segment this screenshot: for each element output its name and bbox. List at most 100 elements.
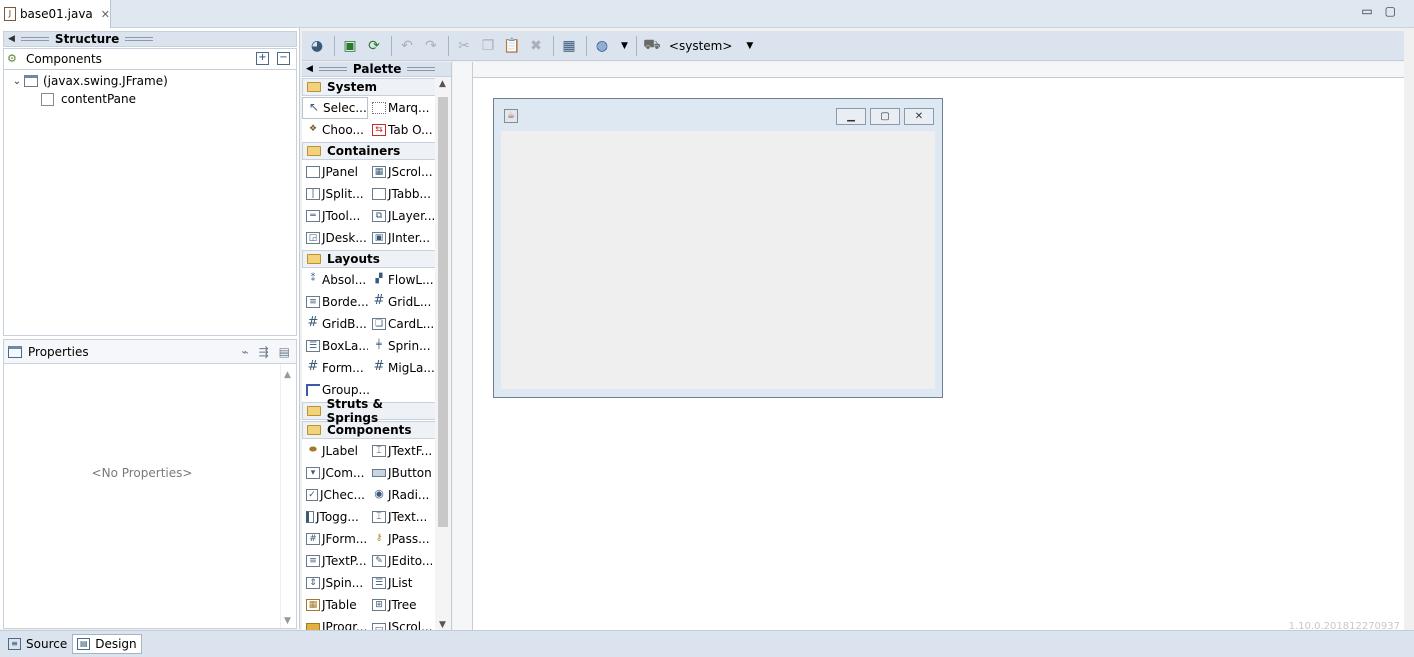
undo-icon[interactable]: ↶ <box>396 35 418 57</box>
palette-item-selection[interactable]: ↖ Selec... <box>302 97 368 119</box>
palette-item-choose[interactable]: ❖ Choo... <box>302 119 368 141</box>
palette-item-jscrollpane[interactable]: ▦ JScrol... <box>368 161 434 183</box>
look-and-feel-icon[interactable]: ⛟ <box>641 35 663 57</box>
jframe-preview[interactable]: ☕ ▁ ▢ ✕ <box>493 98 943 398</box>
palette-item-jlabel[interactable]: ⬬ JLabel <box>302 440 368 462</box>
content-pane[interactable] <box>501 131 935 389</box>
palette-item-marquee[interactable]: Marq... <box>368 97 434 119</box>
palette-item-card-layout[interactable]: ❏ CardL... <box>368 313 434 335</box>
chevron-down-icon[interactable]: ▼ <box>746 41 753 51</box>
palette-item-jradiobutton[interactable]: ◉ JRadi... <box>368 484 434 506</box>
palette-item-jformattedtextfield[interactable]: # JForm... <box>302 528 368 550</box>
palette-item-grid-layout[interactable]: # GridL... <box>368 291 434 313</box>
palette-item-spring-layout[interactable]: ╪ Sprin... <box>368 335 434 357</box>
java-coffee-icon: ☕ <box>504 109 518 123</box>
palette-item-jinternalframe[interactable]: ▣ JInter... <box>368 227 434 249</box>
palette-item-label: JDesk... <box>322 231 367 245</box>
key-icon: ⚷ <box>375 533 383 543</box>
tree-node-jframe[interactable]: ⌄ (javax.swing.JFrame) <box>4 72 296 90</box>
editor-tab-base01[interactable]: J base01.java ✕ <box>0 0 111 28</box>
scroll-down-icon[interactable]: ▼ <box>284 616 291 626</box>
properties-scrollbar[interactable]: ▲ ▼ <box>280 364 296 628</box>
palette-category-layouts[interactable]: Layouts <box>302 250 436 268</box>
tree-node-contentpane[interactable]: contentPane <box>4 90 296 108</box>
cut-icon[interactable]: ✂ <box>453 35 475 57</box>
show-advanced-icon[interactable]: ⇶ <box>259 345 269 359</box>
palette-row: ⬬ JLabel ⌶ JTextF... <box>302 440 436 462</box>
palette-item-jlist[interactable]: ☰ JList <box>368 572 434 594</box>
palette-item-jcheckbox[interactable]: ✓ JChec... <box>302 484 368 506</box>
jframe-title-bar[interactable]: ☕ ▁ ▢ ✕ <box>494 99 942 127</box>
design-canvas[interactable]: ☕ ▁ ▢ ✕ 1.10.0.201812270937 <box>453 62 1404 632</box>
delete-icon[interactable]: ✖ <box>525 35 547 57</box>
palette-item-jsplitpane[interactable]: | JSplit... <box>302 183 368 205</box>
palette-item-flow-layout[interactable]: ▞ FlowL... <box>368 269 434 291</box>
jformattedtextfield-icon: # <box>306 533 320 545</box>
goto-definition-icon[interactable]: ▤ <box>279 345 290 359</box>
palette-item-jtextpane[interactable]: ≡ JTextP... <box>302 550 368 572</box>
palette-item-absolute-layout[interactable]: ⁑ Absol... <box>302 269 368 291</box>
palette-item-jtogglebutton[interactable]: JTogg... <box>302 506 368 528</box>
palette-item-jeditorpane[interactable]: ✎ JEdito... <box>368 550 434 572</box>
palette-item-jlayeredpane[interactable]: ⧉ JLayer... <box>368 205 434 227</box>
chevron-down-icon[interactable]: ▼ <box>621 41 628 51</box>
externalize-strings-icon[interactable]: ◍ <box>591 35 613 57</box>
palette-item-jpanel[interactable]: JPanel <box>302 161 368 183</box>
tab-order-icon[interactable]: ▦ <box>558 35 580 57</box>
scroll-down-icon[interactable]: ▼ <box>439 620 446 630</box>
redo-icon[interactable]: ↷ <box>420 35 442 57</box>
tab-source[interactable]: ≡ Source <box>3 634 72 654</box>
palette-item-label: Group... <box>322 383 370 397</box>
copy-icon[interactable]: ❐ <box>477 35 499 57</box>
collapse-all-icon[interactable]: − <box>277 52 290 65</box>
tab-order-icon: ⇆ <box>372 124 386 136</box>
close-icon[interactable]: ✕ <box>101 8 110 21</box>
palette-item-jcombobox[interactable]: ▾ JCom... <box>302 462 368 484</box>
palette-category-struts-springs[interactable]: Struts & Springs <box>302 397 436 425</box>
palette-item-jscrollbar[interactable]: ▭ JScrol... <box>368 616 434 630</box>
test-gui-icon[interactable]: ◕ <box>306 35 328 57</box>
scroll-up-icon[interactable]: ▲ <box>439 79 446 89</box>
palette-item-jtable[interactable]: ▦ JTable <box>302 594 368 616</box>
collapse-left-icon[interactable]: ◀ <box>306 64 313 74</box>
chevron-down-icon[interactable]: ⌄ <box>10 76 24 87</box>
expand-all-icon[interactable]: + <box>256 52 269 65</box>
palette-item-box-layout[interactable]: ☰ BoxLa... <box>302 335 368 357</box>
palette-category-system[interactable]: System <box>302 78 436 96</box>
palette-item-tab-order[interactable]: ⇆ Tab O... <box>368 119 434 141</box>
palette-item-label: JForm... <box>322 532 368 546</box>
palette-item-jspinner[interactable]: ⇕ JSpin... <box>302 572 368 594</box>
palette-scrollbar[interactable]: ▲ ▼ <box>435 77 451 630</box>
minimize-icon[interactable]: ▭ <box>1361 4 1372 18</box>
palette-item-jpasswordfield[interactable]: ⚷ JPass... <box>368 528 434 550</box>
collapse-left-icon[interactable]: ◀ <box>8 34 15 44</box>
scroll-up-icon[interactable]: ▲ <box>284 370 291 380</box>
palette-item-jbutton[interactable]: JButton <box>368 462 434 484</box>
look-and-feel-selector[interactable]: <system> <box>669 39 733 53</box>
palette-category-containers[interactable]: Containers <box>302 142 436 160</box>
palette-item-jtextarea[interactable]: ⌶ JText... <box>368 506 434 528</box>
palette-item-label: JCom... <box>322 466 365 480</box>
reparse-icon[interactable]: ▣ <box>339 35 361 57</box>
paste-icon[interactable]: 📋 <box>501 35 523 57</box>
palette-item-jtree[interactable]: ⊞ JTree <box>368 594 434 616</box>
refresh-icon[interactable]: ⟳ <box>363 35 385 57</box>
palette-item-label: Absol... <box>322 273 367 287</box>
palette-item-jtoolbar[interactable]: ═ JTool... <box>302 205 368 227</box>
palette-item-mig-layout[interactable]: # MigLa... <box>368 357 434 379</box>
palette-item-gridbag-layout[interactable]: # GridB... <box>302 313 368 335</box>
palette-item-border-layout[interactable]: ≡ Borde... <box>302 291 368 313</box>
maximize-icon[interactable]: ▢ <box>1385 4 1396 18</box>
form-layout-icon: # <box>307 359 319 374</box>
palette-item-jprogressbar[interactable]: JProgr... <box>302 616 368 630</box>
show-events-icon[interactable]: ⌁ <box>241 345 248 359</box>
palette-row: ❖ Choo... ⇆ Tab O... <box>302 119 436 141</box>
palette-item-jdesktoppane[interactable]: ◲ JDesk... <box>302 227 368 249</box>
palette-item-jtextfield[interactable]: ⌶ JTextF... <box>368 440 434 462</box>
scroll-thumb[interactable] <box>438 97 448 527</box>
tab-design[interactable]: ▤ Design <box>72 634 142 654</box>
palette-item-label: GridL... <box>388 295 432 309</box>
palette-item-jtabbedpane[interactable]: JTabb... <box>368 183 434 205</box>
palette-item-form-layout[interactable]: # Form... <box>302 357 368 379</box>
palette-item-label: GridB... <box>322 317 367 331</box>
